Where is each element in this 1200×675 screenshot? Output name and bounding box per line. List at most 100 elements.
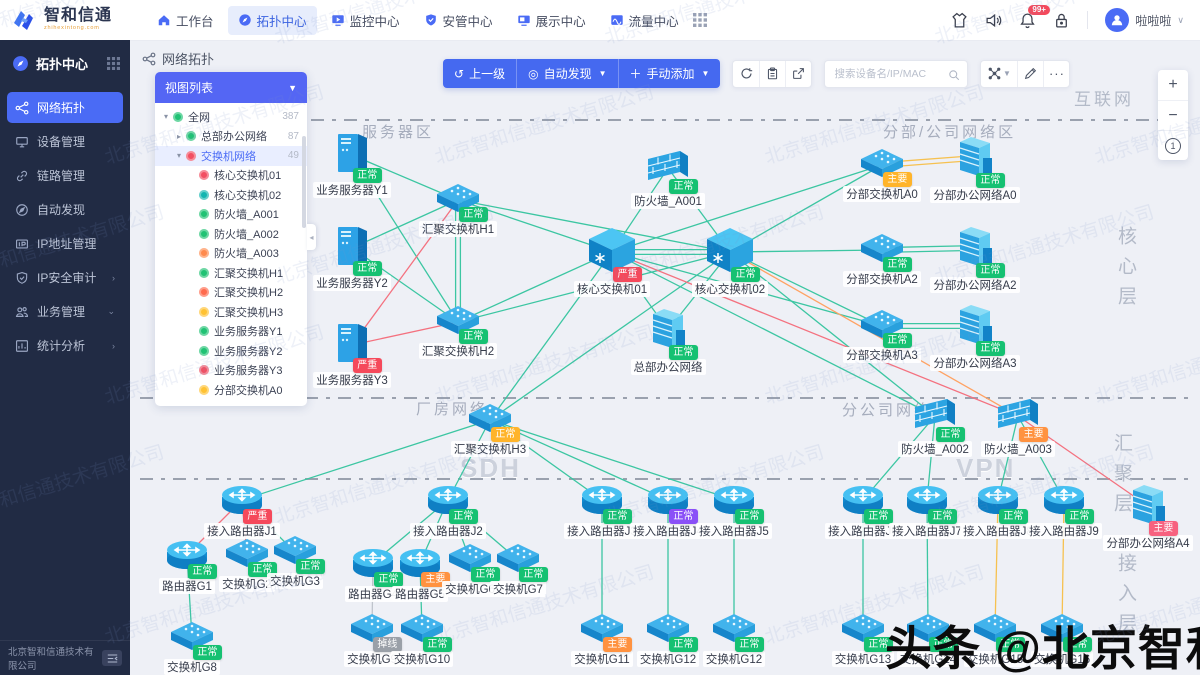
- device-node-HQ[interactable]: 正常总部办公网络: [608, 305, 728, 375]
- nav-item-3[interactable]: 监控中心: [321, 6, 410, 35]
- manual-add-button[interactable]: ＋ 手动添加 ▼: [618, 59, 721, 88]
- sidebar-item-4[interactable]: 自动发现: [7, 194, 123, 225]
- device-node-BA2[interactable]: 正常分部办公网络A2: [915, 223, 1035, 293]
- tree-caret-icon[interactable]: ▸: [174, 132, 184, 141]
- sidebar-item-2[interactable]: 设备管理: [7, 126, 123, 157]
- auto-discover-button[interactable]: ◎ 自动发现 ▼: [516, 59, 617, 88]
- nav-item-2[interactable]: 拓扑中心: [228, 6, 317, 35]
- device-node-BA3[interactable]: 正常分部办公网络A3: [915, 301, 1035, 371]
- plus-icon: ＋: [630, 68, 642, 80]
- nav-item-4[interactable]: 安管中心: [414, 6, 503, 35]
- logo-subtext: zhihexintong.com: [44, 26, 112, 32]
- tree-scrollbar[interactable]: [302, 136, 306, 228]
- zoom-reset-button[interactable]: 1: [1158, 130, 1188, 160]
- nav-item-6[interactable]: 流量中心: [600, 6, 689, 35]
- device-node-J2[interactable]: 正常接入路由器J2: [388, 481, 508, 539]
- save-layout-button[interactable]: [759, 61, 785, 87]
- tree-node-5[interactable]: 核心交换机02: [155, 185, 307, 205]
- status-dot-icon: [199, 190, 209, 200]
- device-node-C1[interactable]: 严重核心交换机01: [552, 227, 672, 297]
- device-node-J1[interactable]: 严重接入路由器J1: [182, 481, 302, 539]
- layout-tools-button[interactable]: ▼: [981, 61, 1017, 87]
- stats-icon: [15, 339, 29, 353]
- device-node-G10[interactable]: 正常交换机G10: [362, 613, 482, 667]
- search-input[interactable]: [832, 67, 944, 81]
- tree-node-2[interactable]: ▸总部办公网络87: [155, 127, 307, 147]
- broadcast-icon[interactable]: [985, 12, 1002, 29]
- nav-item-5[interactable]: 展示中心: [507, 6, 596, 35]
- sidebar-item-7[interactable]: 业务管理⌄: [7, 296, 123, 327]
- device-node-BA0[interactable]: 正常分部办公网络A0: [915, 133, 1035, 203]
- notification-badge: 99+: [1028, 5, 1050, 15]
- sidebar-grid-icon[interactable]: [107, 57, 120, 70]
- zoom-in-button[interactable]: +: [1158, 70, 1188, 100]
- apps-grid-icon[interactable]: [693, 13, 707, 27]
- zoom-out-button[interactable]: −: [1158, 100, 1188, 130]
- device-node-FW3[interactable]: 主要防火墙_A003: [958, 395, 1078, 457]
- app-logo[interactable]: 智和信通 zhihexintong.com: [0, 8, 141, 32]
- tree-node-6[interactable]: 防火墙_A001: [155, 205, 307, 225]
- tree-node-8[interactable]: 防火墙_A003: [155, 244, 307, 264]
- tree-node-1[interactable]: ▾全网387: [155, 107, 307, 127]
- device-node-H2[interactable]: 正常汇聚交换机H2: [398, 305, 518, 359]
- sidebar-item-8[interactable]: 统计分析›: [7, 330, 123, 361]
- tree-node-11[interactable]: 汇聚交换机H3: [155, 302, 307, 322]
- status-badge: 主要: [883, 172, 912, 187]
- device-node-H3[interactable]: 正常汇聚交换机H3: [430, 403, 550, 457]
- device-node-FW1[interactable]: 正常防火墙_A001: [608, 147, 728, 209]
- tree-node-3[interactable]: ▾交换机网络49: [155, 146, 307, 166]
- view-list-header[interactable]: 视图列表 ▼: [155, 72, 307, 103]
- device-node-G12b[interactable]: 正常交换机G12: [674, 613, 794, 667]
- sidebar-item-3[interactable]: 链路管理: [7, 160, 123, 191]
- tree-node-15[interactable]: 分部交换机A0: [155, 380, 307, 400]
- app-window: 智和信通 zhihexintong.com 工作台拓扑中心监控中心安管中心展示中…: [0, 0, 1200, 675]
- refresh-button[interactable]: [733, 61, 759, 87]
- device-node-G7[interactable]: 正常交换机G7: [458, 543, 578, 597]
- device-node-J5[interactable]: 正常接入路由器J5: [674, 481, 794, 539]
- tree-node-13[interactable]: 业务服务器Y2: [155, 341, 307, 361]
- device-node-Y1[interactable]: 正常业务服务器Y1: [292, 132, 412, 198]
- sidebar-item-label: 设备管理: [37, 133, 85, 150]
- chevron-icon: ›: [112, 273, 115, 283]
- device-node-C2[interactable]: 正常核心交换机02: [670, 227, 790, 297]
- device-node-H1[interactable]: 正常汇聚交换机H1: [398, 183, 518, 237]
- user-menu[interactable]: 啦啦啦 ∨: [1105, 8, 1184, 32]
- tree-node-9[interactable]: 汇聚交换机H1: [155, 263, 307, 283]
- shield-icon: [424, 13, 438, 27]
- tree-node-label: 防火墙_A003: [214, 245, 279, 261]
- status-badge: 正常: [353, 168, 382, 183]
- discover-icon: [15, 203, 29, 217]
- notifications-bell-icon[interactable]: 99+: [1019, 12, 1036, 29]
- top-navbar: 智和信通 zhihexintong.com 工作台拓扑中心监控中心安管中心展示中…: [0, 0, 1200, 41]
- export-button[interactable]: [785, 61, 811, 87]
- more-button[interactable]: ···: [1043, 61, 1069, 87]
- status-badge: 主要: [1019, 427, 1048, 442]
- nav-item-1[interactable]: 工作台: [147, 6, 224, 35]
- back-up-level-button[interactable]: ↺ 上一级: [443, 59, 516, 88]
- device-node-A4[interactable]: 主要分部办公网络A4: [1088, 481, 1200, 551]
- theme-skin-icon[interactable]: [951, 12, 968, 29]
- sidebar-item-label: IP安全审计: [37, 269, 96, 286]
- screen-icon: [517, 13, 531, 27]
- tree-caret-icon[interactable]: ▾: [161, 112, 171, 121]
- collapse-sidebar-icon[interactable]: [102, 650, 122, 666]
- device-node-G8[interactable]: 正常交换机G8: [132, 621, 252, 675]
- tree-node-10[interactable]: 汇聚交换机H2: [155, 283, 307, 303]
- search-icon[interactable]: [948, 68, 960, 80]
- ip-icon: [15, 237, 29, 251]
- sidebar-item-6[interactable]: IP安全审计 ›: [7, 262, 123, 293]
- sidebar-item-5[interactable]: IP地址管理: [7, 228, 123, 259]
- edit-button[interactable]: [1017, 61, 1043, 87]
- tree-node-7[interactable]: 防火墙_A002: [155, 224, 307, 244]
- tree-node-4[interactable]: 核心交换机01: [155, 166, 307, 186]
- device-label: 业务服务器Y2: [313, 275, 391, 291]
- panel-collapse-handle[interactable]: ◂: [307, 224, 316, 250]
- lock-icon[interactable]: [1053, 12, 1070, 29]
- device-node-Y3[interactable]: 严重业务服务器Y3: [292, 322, 412, 388]
- export-icon: [792, 67, 805, 80]
- tree-node-12[interactable]: 业务服务器Y1: [155, 322, 307, 342]
- sidebar-item-1[interactable]: 网络拓扑: [7, 92, 123, 123]
- tree-node-14[interactable]: 业务服务器Y3: [155, 361, 307, 381]
- tree-caret-icon[interactable]: ▾: [174, 151, 184, 160]
- device-label: 业务服务器Y1: [313, 182, 391, 198]
